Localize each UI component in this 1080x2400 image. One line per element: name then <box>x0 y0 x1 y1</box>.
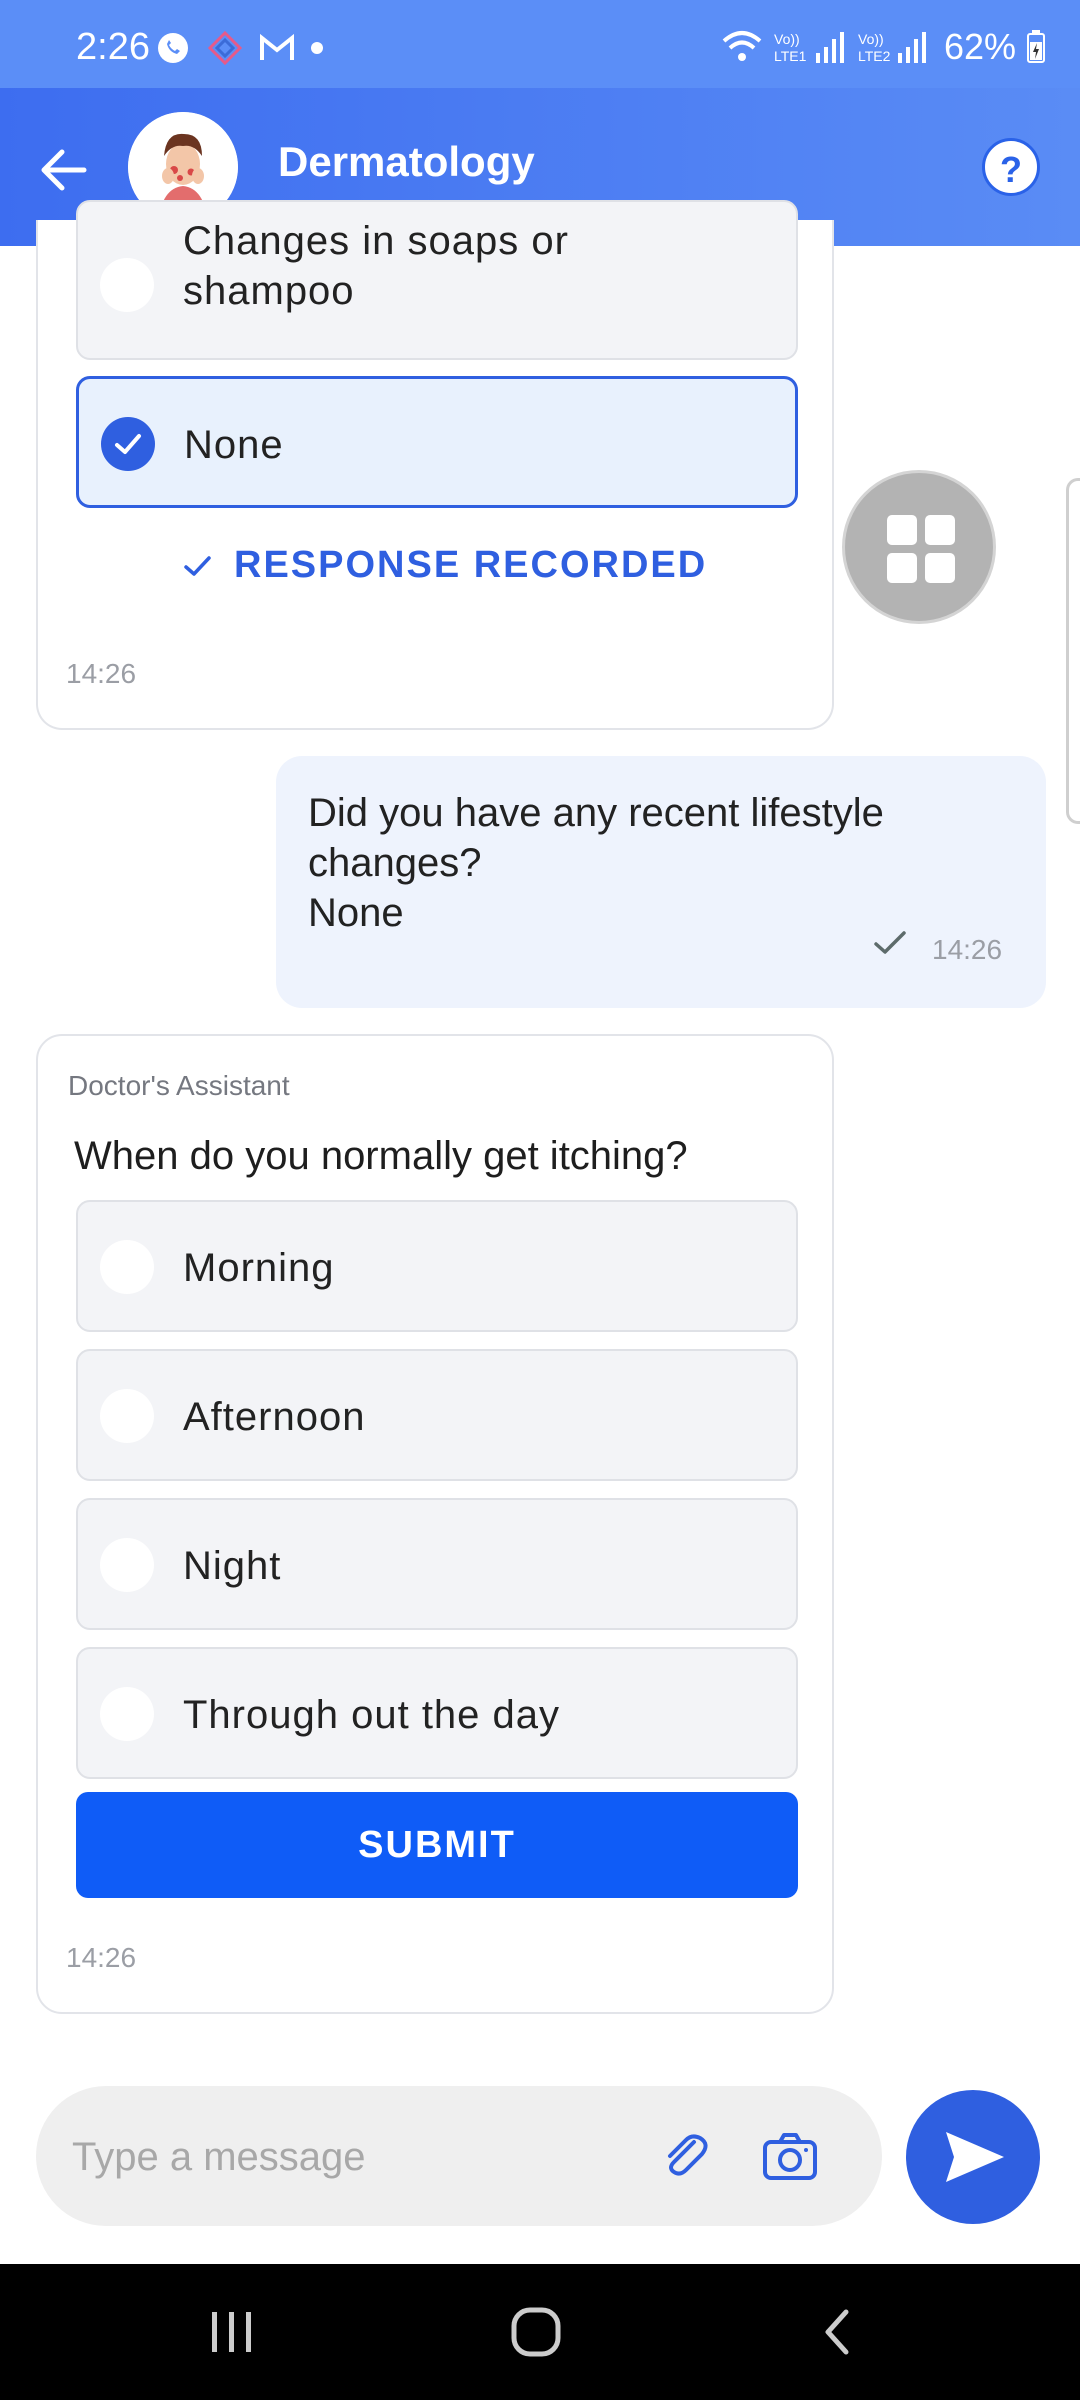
svg-text:LTE1: LTE1 <box>774 48 807 64</box>
svg-text:Vo)): Vo)) <box>858 31 884 47</box>
radio-unchecked[interactable] <box>100 1538 154 1592</box>
battery-percent: 62% <box>943 26 1016 67</box>
option-label: Night <box>183 1544 282 1588</box>
option-label: Afternoon <box>183 1395 366 1439</box>
message-timestamp: 14:26 <box>66 1942 137 1973</box>
message-input[interactable] <box>70 2126 634 2188</box>
sent-check-icon <box>874 931 906 954</box>
response-recorded: RESPONSE RECORDED <box>182 544 707 587</box>
radio-unchecked[interactable] <box>100 1389 154 1443</box>
home-icon[interactable] <box>506 2302 566 2362</box>
svg-text:LTE2: LTE2 <box>858 48 891 64</box>
back-arrow-icon[interactable] <box>36 142 92 198</box>
checkmark-icon <box>184 555 211 576</box>
notification-icons <box>155 30 323 66</box>
grid-square-icon <box>887 553 917 583</box>
user-message-answer: None <box>308 891 404 935</box>
option-label: Through out the day <box>183 1693 561 1737</box>
current-question-card: Doctor's Assistant When do you normally … <box>36 1034 834 2014</box>
user-message-text: Did you have any recent lifestyle change… <box>308 788 1028 938</box>
radio-checked[interactable] <box>101 417 155 471</box>
radio-unchecked[interactable] <box>100 1687 154 1741</box>
option-afternoon[interactable]: Afternoon <box>76 1349 798 1481</box>
option-label: Morning <box>183 1246 335 1290</box>
message-timestamp: 14:26 <box>66 658 137 689</box>
option-through-out-the-day[interactable]: Through out the day <box>76 1647 798 1779</box>
option-morning[interactable]: Morning <box>76 1200 798 1332</box>
attachment-icon[interactable] <box>656 2128 712 2184</box>
whatsapp-icon <box>158 33 188 63</box>
option-night[interactable]: Night <box>76 1498 798 1630</box>
help-button[interactable]: ? <box>982 138 1040 196</box>
battery-icon <box>1027 30 1045 63</box>
back-nav-icon[interactable] <box>808 2302 868 2362</box>
user-message-bubble: Did you have any recent lifestyle change… <box>276 756 1046 1008</box>
user-message-question: Did you have any recent lifestyle change… <box>308 791 884 885</box>
previous-question-card: Changes in soaps or shampoo None RESPONS… <box>36 200 834 730</box>
message-composer <box>36 2086 882 2226</box>
status-time: 2:26 <box>76 26 150 68</box>
status-right: Vo)) LTE1 Vo)) LTE2 62% <box>720 26 1046 68</box>
camera-icon[interactable] <box>760 2128 820 2184</box>
send-icon <box>946 2132 1004 2182</box>
gmail-icon <box>260 33 294 60</box>
radio-unchecked[interactable] <box>100 258 154 312</box>
message-timestamp: 14:26 <box>932 934 1003 965</box>
signal-icon: Vo)) LTE1 Vo)) LTE2 <box>774 31 926 64</box>
check-icon <box>115 434 141 454</box>
side-panel-handle[interactable] <box>1066 478 1080 824</box>
response-recorded-label: RESPONSE RECORDED <box>234 544 708 586</box>
recent-apps-icon[interactable] <box>202 2302 262 2362</box>
menu-grid-button[interactable] <box>842 470 996 624</box>
system-nav-bar <box>0 2264 1080 2400</box>
radio-unchecked[interactable] <box>100 1240 154 1294</box>
wifi-icon <box>722 31 762 61</box>
option-changes-soaps[interactable]: Changes in soaps or shampoo <box>76 200 798 360</box>
more-notifications-dot <box>311 42 323 54</box>
grid-square-icon <box>925 515 955 545</box>
sender-label: Doctor's Assistant <box>68 1070 290 1101</box>
grid-square-icon <box>887 515 917 545</box>
question-text: When do you normally get itching? <box>74 1134 688 1178</box>
status-bar: 2:26 Vo)) LTE1 Vo)) LTE2 62% <box>0 0 1080 88</box>
grid-square-icon <box>925 553 955 583</box>
send-button[interactable] <box>906 2090 1040 2224</box>
submit-button[interactable]: SUBMIT <box>76 1792 798 1898</box>
option-label: None <box>184 423 284 467</box>
page-title: Dermatology <box>278 138 535 185</box>
app-diamond-icon <box>207 30 243 66</box>
option-none-selected[interactable]: None <box>76 376 798 508</box>
option-label: Changes in soaps or shampoo <box>183 219 569 313</box>
svg-text:Vo)): Vo)) <box>774 31 800 47</box>
